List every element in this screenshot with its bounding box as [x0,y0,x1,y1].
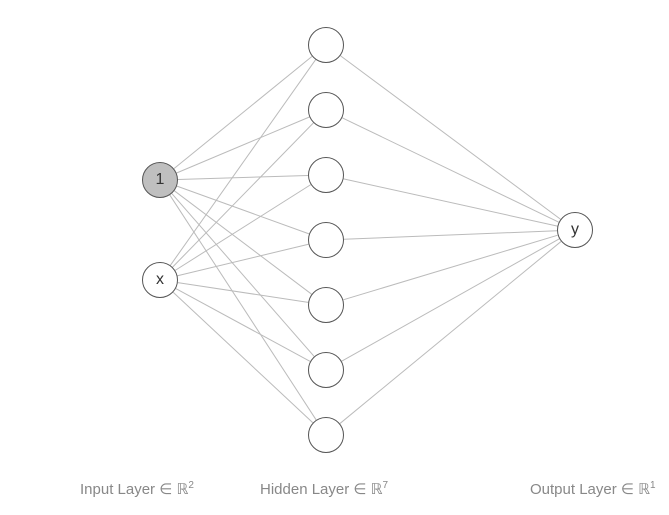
node-l0-n0: 1 [142,162,178,198]
node-l0-n1: x [142,262,178,298]
node-l1-n5 [308,352,344,388]
output-layer-text: Output Layer ∈ ℝ [530,481,650,498]
node-l1-n0 [308,27,344,63]
output-layer-sup: 1 [650,480,656,491]
edge [178,283,308,303]
node-l2-n0: y [557,212,593,248]
node-l1-n4 [308,287,344,323]
edge [340,56,560,220]
node-label: y [571,221,579,239]
input-layer-text: Input Layer ∈ ℝ [80,481,188,498]
edge [178,176,308,180]
input-layer-sup: 2 [188,480,194,491]
edge [173,292,313,422]
edge [177,117,310,173]
node-label: 1 [156,171,165,189]
output-layer-label: Output Layer ∈ ℝ1 [530,480,656,498]
edge [174,56,312,168]
edge [340,241,561,423]
hidden-layer-text: Hidden Layer ∈ ℝ [260,481,383,498]
node-label: x [156,271,164,289]
edge [172,194,314,357]
edge [174,191,311,294]
edge [344,231,557,240]
hidden-layer-sup: 7 [383,480,389,491]
hidden-layer-label: Hidden Layer ∈ ℝ7 [260,480,388,498]
edge [170,60,315,266]
edge [342,118,559,222]
edge [343,235,558,300]
edge [177,186,309,234]
edge [342,239,560,361]
node-l1-n1 [308,92,344,128]
node-l1-n2 [308,157,344,193]
input-layer-label: Input Layer ∈ ℝ2 [80,480,194,498]
edge [344,179,558,226]
edge [177,244,308,276]
node-l1-n6 [308,417,344,453]
node-l1-n3 [308,222,344,258]
